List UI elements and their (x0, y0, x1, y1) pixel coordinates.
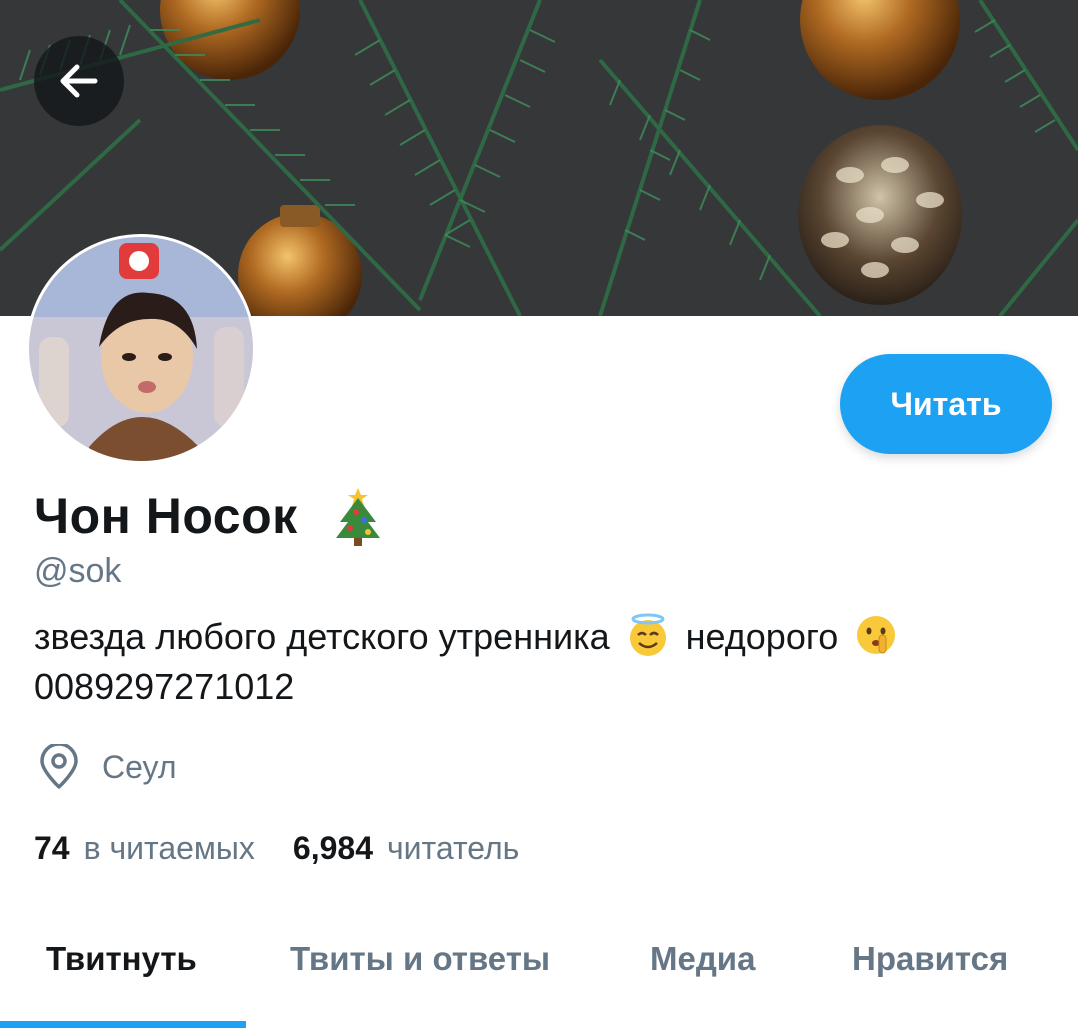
tab-likes[interactable]: Нравится (852, 940, 1008, 978)
profile-stats: 74 в читаемых 6,984 читатель (34, 830, 519, 867)
smiling-face-with-halo-icon (629, 613, 666, 656)
follow-button[interactable]: Читать (840, 354, 1052, 454)
active-tab-indicator (0, 1021, 246, 1028)
location-pin-icon (40, 744, 78, 789)
following-count: 74 (34, 830, 70, 866)
followers-label: читатель (387, 830, 520, 866)
tab-tweets-replies[interactable]: Твиты и ответы (290, 940, 550, 978)
following-link[interactable]: 74 в читаемых (34, 830, 255, 867)
profile-location: Сеул (38, 744, 177, 790)
location-text: Сеул (102, 748, 177, 785)
bio-text-3: 0089297271012 (34, 666, 295, 707)
shushing-face-icon (857, 616, 896, 654)
avatar-image (29, 237, 253, 461)
arrow-left-icon (60, 64, 98, 98)
profile-handle: @sok (34, 552, 122, 590)
avatar[interactable] (26, 234, 256, 464)
profile-name: Чон Носок (34, 488, 298, 544)
profile-bio: звезда любого детского утренника недорог… (34, 612, 1044, 712)
christmas-tree-icon (335, 488, 380, 546)
followers-count: 6,984 (292, 830, 373, 866)
bio-text-1: звезда любого детского утренника (34, 616, 610, 657)
followers-link[interactable]: 6,984 читатель (293, 830, 519, 867)
tab-tweets[interactable]: Твитнуть (46, 940, 197, 978)
profile-tabs: Твитнуть Твиты и ответы Медиа Нравится (0, 906, 1078, 1032)
tab-media[interactable]: Медиа (650, 940, 755, 978)
profile-name-row: Чон Носок (34, 484, 390, 548)
bio-text-2: недорого (685, 616, 839, 657)
back-button[interactable] (34, 36, 124, 126)
following-label: в читаемых (83, 830, 255, 866)
